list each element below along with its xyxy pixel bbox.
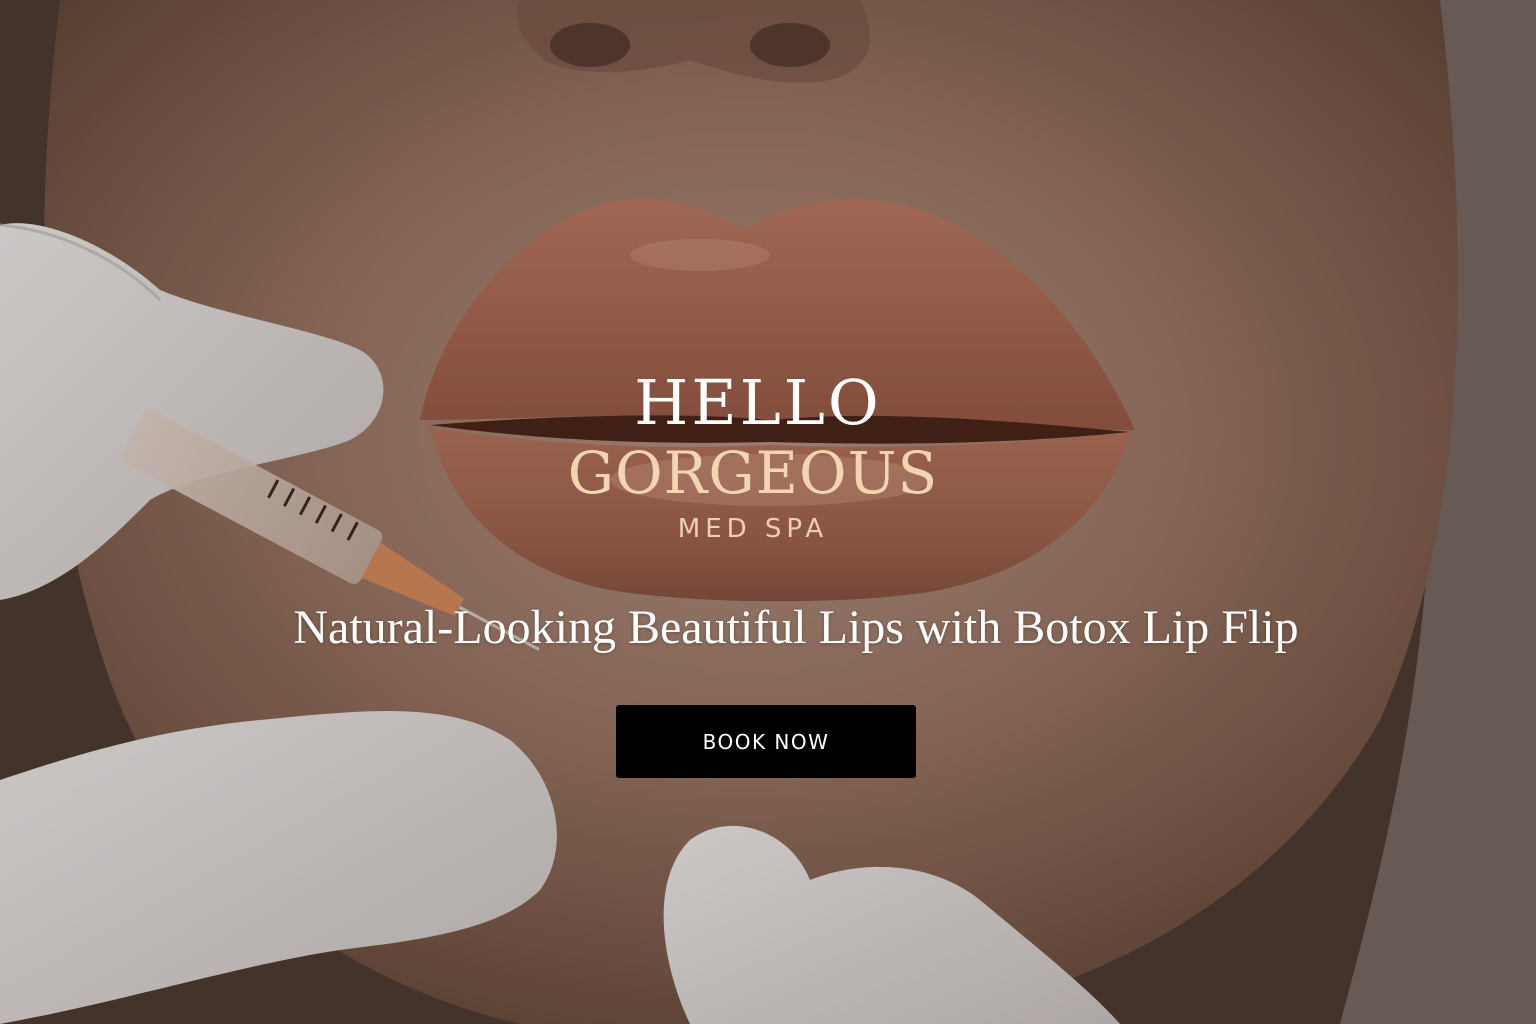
book-now-button[interactable]: BOOK NOW <box>616 705 916 778</box>
logo-medspa-text: MED SPA <box>677 514 829 544</box>
hero-tagline: Natural-Looking Beautiful Lips with Boto… <box>293 601 1299 654</box>
brand-logo: HELLO GORGEOUS MED SPA <box>0 368 1536 546</box>
hero-section: HELLO GORGEOUS MED SPA Natural-Looking B… <box>0 0 1536 1024</box>
logo-hello-text: HELLO <box>634 366 882 439</box>
logo-gorgeous-text: GORGEOUS <box>567 439 939 507</box>
